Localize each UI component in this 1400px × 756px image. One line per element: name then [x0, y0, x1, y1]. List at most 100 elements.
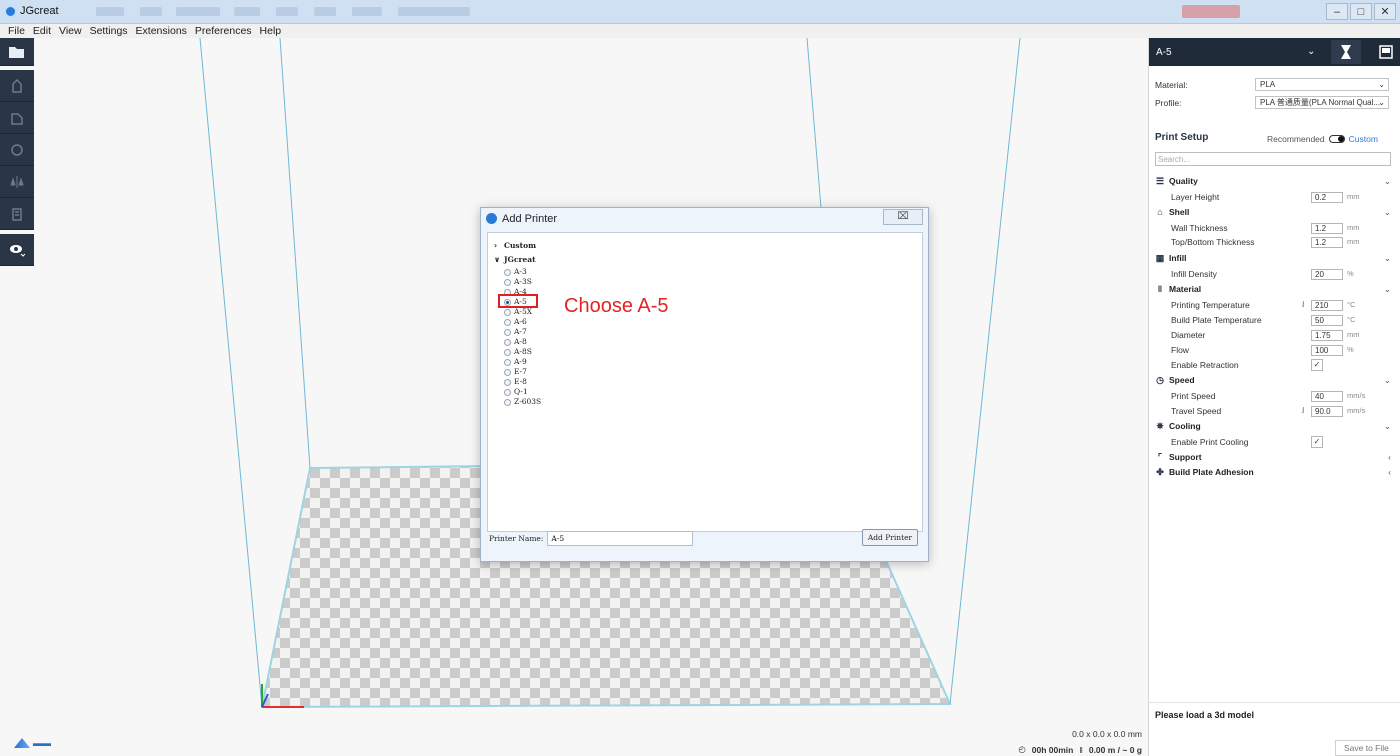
radio-button[interactable]: [504, 378, 511, 386]
printer-option-a-8[interactable]: A-8: [504, 337, 527, 347]
chevron-down-icon[interactable]: ⌄: [1384, 207, 1391, 218]
category-material[interactable]: ‖ Material ⌄: [1155, 282, 1395, 296]
per-model-settings-button[interactable]: [0, 198, 34, 230]
setting-print-speed: Print Speed 40 mm/s: [1171, 391, 1366, 402]
printer-option-a-8s[interactable]: A-8S: [504, 347, 532, 357]
top-bottom-thickness-input[interactable]: 1.2: [1311, 237, 1343, 248]
category-cooling[interactable]: ✵ Cooling ⌄: [1155, 419, 1395, 433]
print-cooling-checkbox[interactable]: ✓: [1311, 436, 1323, 448]
setting-enable-retraction: Enable Retraction ✓: [1171, 358, 1395, 372]
printer-option-a-3[interactable]: A-3: [504, 267, 527, 277]
radio-button[interactable]: [504, 398, 511, 406]
view-mode-button[interactable]: [0, 234, 34, 266]
radio-button[interactable]: [504, 388, 511, 396]
printer-option-a-5x[interactable]: A-5X: [504, 307, 532, 317]
scale-tool-button[interactable]: [0, 102, 34, 134]
mirror-tool-button[interactable]: [0, 166, 34, 198]
window-controls: – □ ✕: [1326, 3, 1396, 20]
setting-travel-speed: Travel Speed i 90.0 mm/s: [1171, 404, 1366, 418]
retraction-checkbox[interactable]: ✓: [1311, 359, 1323, 371]
printing-temperature-input[interactable]: 210: [1311, 300, 1343, 311]
category-shell[interactable]: ⌂ Shell ⌄: [1155, 205, 1395, 219]
add-printer-dialog: Add Printer ⌧ › Custom ∨ JGcreat A-3 A-3S …: [480, 207, 929, 562]
dialog-header: Add Printer ⌧: [481, 208, 928, 228]
wall-thickness-input[interactable]: 1.2: [1311, 223, 1343, 234]
category-infill[interactable]: ▦ Infill ⌄: [1155, 251, 1395, 265]
radio-button[interactable]: [504, 348, 511, 356]
chevron-down-icon[interactable]: ⌄: [1384, 284, 1391, 295]
blurred-tab: [96, 7, 124, 16]
filament-icon: ‖: [1079, 744, 1083, 755]
print-speed-input[interactable]: 40: [1311, 391, 1343, 402]
diameter-input[interactable]: 1.75: [1311, 330, 1343, 341]
dialog-close-button[interactable]: ⌧: [883, 209, 923, 225]
layer-height-input[interactable]: 0.2: [1311, 192, 1343, 203]
chevron-down-icon[interactable]: ⌄: [1384, 421, 1391, 432]
menu-extensions[interactable]: Extensions: [136, 24, 187, 38]
printer-option-a-6[interactable]: A-6: [504, 317, 527, 327]
close-icon[interactable]: ✕: [1374, 3, 1396, 20]
add-printer-button[interactable]: Add Printer: [862, 529, 918, 546]
category-quality[interactable]: ☰ Quality ⌄: [1155, 174, 1395, 188]
category-support[interactable]: ⌜ Support ‹: [1155, 450, 1395, 464]
radio-button[interactable]: [504, 318, 511, 326]
tree-group-custom[interactable]: › Custom: [494, 241, 536, 250]
translate-tool-button[interactable]: [0, 70, 34, 102]
rotate-tool-button[interactable]: [0, 134, 34, 166]
radio-button[interactable]: [504, 328, 511, 336]
chevron-down-icon[interactable]: ⌄: [1384, 176, 1391, 187]
radio-button[interactable]: [504, 278, 511, 286]
chevron-left-icon[interactable]: ‹: [1388, 452, 1391, 462]
mode-custom[interactable]: Custom: [1349, 134, 1378, 144]
profile-select[interactable]: PLA 普通质量(PLA Normal Qual... ⌄: [1255, 96, 1389, 109]
printer-option-e-8[interactable]: E-8: [504, 377, 527, 387]
printer-option-a-9[interactable]: A-9: [504, 357, 527, 367]
printer-selector[interactable]: A-5: [1156, 47, 1172, 58]
chevron-down-icon[interactable]: ⌄: [1384, 375, 1391, 386]
mode-recommended[interactable]: Recommended: [1267, 134, 1325, 144]
printer-name-input[interactable]: [547, 531, 694, 546]
radio-button[interactable]: [504, 368, 511, 376]
flow-input[interactable]: 100: [1311, 345, 1343, 356]
category-speed[interactable]: ◷ Speed ⌄: [1155, 373, 1395, 387]
radio-button[interactable]: [504, 308, 511, 316]
info-icon[interactable]: i: [1302, 298, 1305, 312]
material-select[interactable]: PLA ⌄: [1255, 78, 1389, 91]
maximize-icon[interactable]: □: [1350, 3, 1372, 20]
radio-button[interactable]: [504, 338, 511, 346]
menu-file[interactable]: File: [8, 24, 25, 38]
mode-toggle-switch[interactable]: [1328, 135, 1345, 143]
preview-mode-button[interactable]: [1371, 40, 1400, 64]
chevron-down-icon[interactable]: ⌄: [1384, 253, 1391, 264]
category-build-plate-adhesion[interactable]: ✤ Build Plate Adhesion ‹: [1155, 465, 1395, 479]
printer-name-label: Printer Name:: [489, 534, 544, 543]
radio-button[interactable]: [504, 358, 511, 366]
blurred-tab: [276, 7, 298, 16]
radio-button[interactable]: [504, 268, 511, 276]
printer-option-z-603s[interactable]: Z-603S: [504, 397, 541, 407]
minimize-icon[interactable]: –: [1326, 3, 1348, 20]
open-file-button[interactable]: [0, 38, 34, 66]
menu-edit[interactable]: Edit: [33, 24, 51, 38]
printer-option-a-7[interactable]: A-7: [504, 327, 527, 337]
infill-density-input[interactable]: 20: [1311, 269, 1343, 280]
build-plate-temperature-input[interactable]: 50: [1311, 315, 1343, 326]
menu-help[interactable]: Help: [260, 24, 282, 38]
tree-group-jgcreat[interactable]: ∨ JGcreat: [494, 255, 536, 264]
settings-search-input[interactable]: Search...: [1155, 152, 1391, 166]
blurred-tab: [176, 7, 220, 16]
printer-option-a-3s[interactable]: A-3S: [504, 277, 532, 287]
save-to-file-button[interactable]: Save to File: [1335, 740, 1400, 756]
info-icon[interactable]: i: [1302, 404, 1305, 418]
menu-view[interactable]: View: [59, 24, 82, 38]
travel-speed-input[interactable]: 90.0: [1311, 406, 1343, 417]
setup-mode-toggle: Recommended Custom: [1267, 134, 1378, 144]
menu-preferences[interactable]: Preferences: [195, 24, 252, 38]
printer-option-e-7[interactable]: E-7: [504, 367, 527, 377]
chevron-left-icon[interactable]: ‹: [1388, 467, 1391, 477]
menu-settings[interactable]: Settings: [90, 24, 128, 38]
app-logo-icon: [486, 213, 497, 224]
prepare-mode-button[interactable]: [1331, 40, 1361, 64]
chevron-down-icon[interactable]: ⌄: [1307, 46, 1315, 57]
printer-option-q-1[interactable]: Q-1: [504, 387, 528, 397]
